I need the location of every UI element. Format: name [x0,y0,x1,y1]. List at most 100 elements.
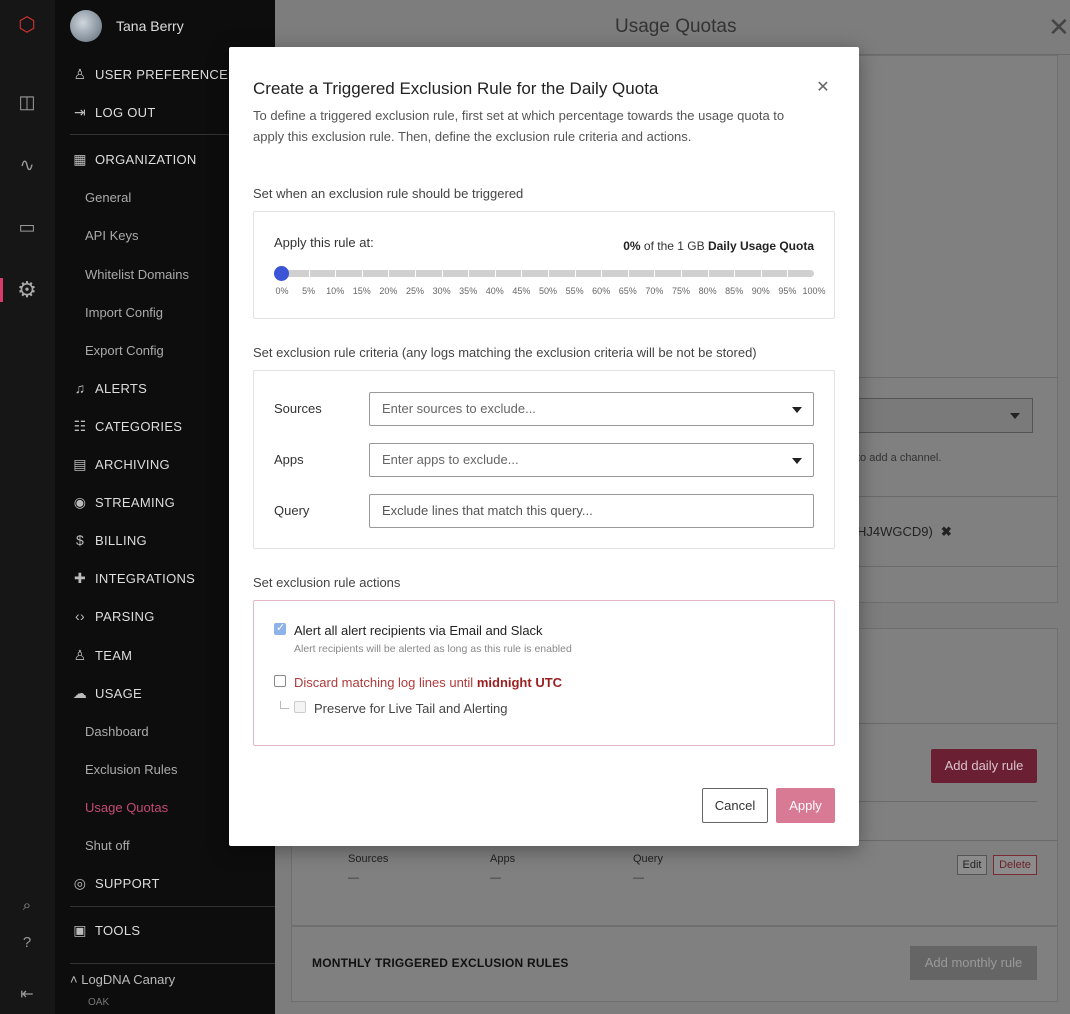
sources-select[interactable]: Enter sources to exclude... [369,392,814,426]
sidebar-item-usage-quotas[interactable]: Usage Quotas [85,800,168,815]
sidebar-item-dashboard[interactable]: Dashboard [85,724,149,739]
add-daily-rule-button[interactable]: Add daily rule [931,749,1037,783]
activity-icon[interactable]: ∿ [14,152,40,178]
slider-tick-label: 0% [275,286,289,296]
slider-tick-label: 40% [485,286,504,296]
sidebar-item-whitelist-domains[interactable]: Whitelist Domains [85,267,189,282]
nav-label: CATEGORIES [95,418,183,434]
edit-button[interactable]: Edit [957,855,987,875]
apps-value: — [490,872,501,884]
nav-streaming[interactable]: ◉ STREAMING [70,491,175,513]
slider-tick [681,270,682,277]
nav-billing[interactable]: $ BILLING [70,529,147,551]
views-icon[interactable]: ◫ [14,89,40,115]
slider-tick-label: 10% [326,286,345,296]
screen-icon[interactable]: ▭ [14,214,40,240]
slider-tick-label: 5% [302,286,316,296]
logo-icon[interactable]: ⬡ [14,12,40,38]
sidebar-item-import-config[interactable]: Import Config [85,305,163,320]
hierarchy-icon: ☷ [73,417,87,434]
nav-label: BILLING [95,532,147,548]
nav-label: TOOLS [95,922,141,938]
slider-tick [734,270,736,277]
apply-button[interactable]: Apply [776,788,835,823]
slider-tick [760,270,762,277]
sidebar-item-exclusion-rules[interactable]: Exclusion Rules [85,762,178,777]
slider-tick-label: 70% [645,286,664,296]
slider-tick [787,270,789,277]
search-icon[interactable]: ⌕ [14,893,40,919]
team-icon: ♙ [73,646,87,663]
nav-categories[interactable]: ☷ CATEGORIES [70,415,182,437]
code-icon: ‹› [75,608,85,624]
building-icon: ▦ [73,150,87,167]
column-header-query: Query [633,853,663,865]
slider-tick-label: 65% [618,286,637,296]
nav-user-preferences[interactable]: ♙ USER PREFERENCES [70,63,237,85]
slider-tick-label: 95% [778,286,797,296]
percentage-slider[interactable] [274,266,814,281]
chevron-up-icon: ˄ [70,972,82,987]
remove-icon[interactable]: ✖ [941,524,952,539]
channel-value: HJ4WGCD9) [857,524,933,539]
channel-select[interactable] [855,398,1033,433]
nav-usage[interactable]: ☁ USAGE [70,682,142,704]
quota-name: Daily Usage Quota [707,239,814,253]
delete-button[interactable]: Delete [993,855,1037,875]
column-header-apps: Apps [490,853,516,865]
puzzle-icon: ✚ [73,569,87,586]
discard-text: Discard matching log lines until [294,675,474,690]
nav-label: USER PREFERENCES [95,66,238,82]
sidebar-item-shut-off[interactable]: Shut off [85,838,130,853]
criteria-box: Sources Enter sources to exclude... Apps… [253,370,835,549]
nav-log-out[interactable]: ⇥ LOG OUT [70,101,156,123]
modal-description: To define a triggered exclusion rule, fi… [253,108,785,144]
nav-label: ORGANIZATION [95,151,197,167]
slider-tick [441,270,443,277]
nav-label: INTEGRATIONS [95,570,196,586]
slider-tick [574,270,576,277]
user-icon: ♙ [73,65,87,82]
nav-support[interactable]: ◎ SUPPORT [70,872,160,894]
slider-tick [388,270,390,277]
quota-mid: of the 1 GB [643,239,705,253]
nav-organization[interactable]: ▦ ORGANIZATION [70,148,197,170]
query-input[interactable]: Exclude lines that match this query... [369,494,814,528]
gear-icon[interactable]: ⚙ [14,277,40,303]
query-label: Query [274,503,310,518]
apps-select[interactable]: Enter apps to exclude... [369,443,814,477]
close-icon[interactable]: ✕ [816,80,830,96]
slider-handle[interactable] [274,266,289,281]
nav-parsing[interactable]: ‹› PARSING [70,605,155,627]
sidebar-item-api-keys[interactable]: API Keys [85,228,138,243]
user-profile[interactable]: Tana Berry [70,10,184,42]
add-monthly-rule-button[interactable]: Add monthly rule [910,946,1037,980]
close-icon[interactable]: ✕ [1048,12,1070,43]
discard-checkbox[interactable] [274,675,286,687]
cancel-button[interactable]: Cancel [702,788,768,823]
help-icon[interactable]: ? [14,930,40,956]
collapse-icon[interactable]: ⇤ [14,982,40,1008]
column-header-sources: Sources [348,853,389,865]
toolbox-icon: ▣ [73,921,87,938]
nav-integrations[interactable]: ✚ INTEGRATIONS [70,567,195,589]
nav-team[interactable]: ♙ TEAM [70,644,132,666]
actions-section-label: Set exclusion rule actions [253,575,401,590]
sidebar-item-general[interactable]: General [85,190,131,205]
divider [70,906,285,907]
discard-until: midnight UTC [476,675,563,690]
preserve-checkbox[interactable] [294,701,306,713]
preserve-label: Preserve for Live Tail and Alerting [314,701,508,716]
nav-label: ARCHIVING [95,456,170,472]
archive-icon: ▤ [73,455,87,472]
org-sub-label: OAK [88,997,110,1008]
nav-archiving[interactable]: ▤ ARCHIVING [70,453,170,475]
apps-label: Apps [274,452,304,467]
divider [70,963,285,964]
nav-alerts[interactable]: ♫ ALERTS [70,377,147,399]
org-switcher[interactable]: ˄ LogDNA Canary [70,972,175,987]
sidebar-item-export-config[interactable]: Export Config [85,343,164,358]
alert-checkbox[interactable] [274,621,286,635]
slider-tick [494,270,496,277]
nav-tools[interactable]: ▣ TOOLS [70,919,140,941]
